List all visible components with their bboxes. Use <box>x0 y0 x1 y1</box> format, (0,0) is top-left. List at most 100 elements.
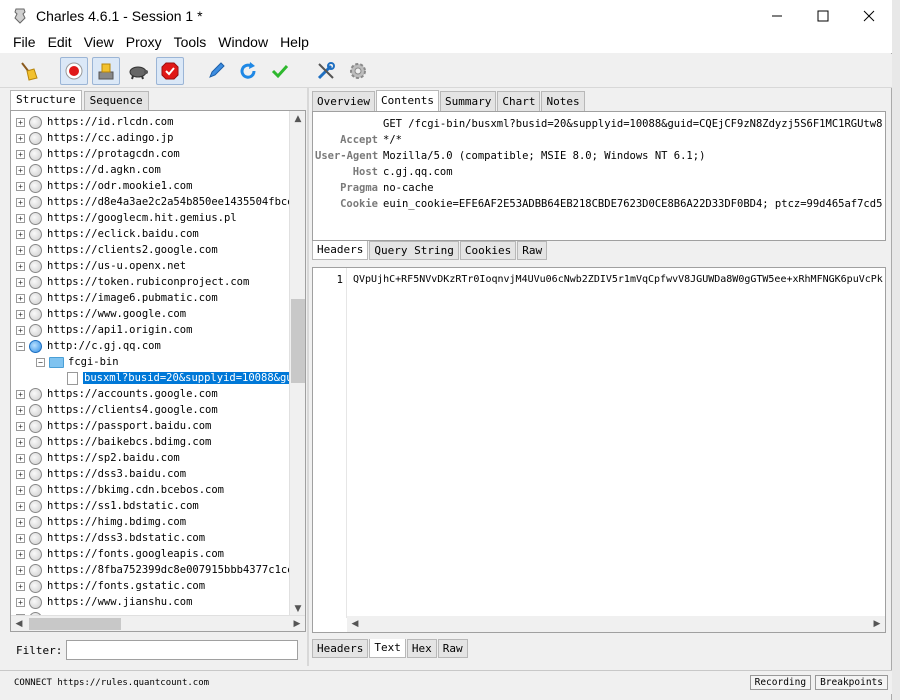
tree-row-host[interactable]: + https://sp2.baidu.com <box>11 450 289 466</box>
tab-sequence[interactable]: Sequence <box>83 91 149 110</box>
close-button[interactable] <box>846 0 892 31</box>
request-tab-headers[interactable]: Headers <box>312 241 369 260</box>
expand-icon[interactable]: + <box>16 117 25 127</box>
expand-icon[interactable]: + <box>16 533 25 543</box>
expand-icon[interactable]: + <box>16 165 25 175</box>
expand-icon[interactable]: + <box>16 469 25 479</box>
menu-view[interactable]: View <box>79 34 119 50</box>
tab-notes[interactable]: Notes <box>541 91 585 111</box>
tree-row-host[interactable]: + https://dss3.bdstatic.com <box>11 530 289 546</box>
menu-window[interactable]: Window <box>213 34 273 50</box>
expand-icon[interactable]: + <box>16 517 25 527</box>
tree-row-host[interactable]: + https://www.google.com <box>11 306 289 322</box>
tree-row-host[interactable]: + https://ss1.bdstatic.com <box>11 498 289 514</box>
tab-overview[interactable]: Overview <box>312 91 375 111</box>
tree-row-host[interactable]: + https://d.agkn.com <box>11 162 289 178</box>
throttle-button[interactable] <box>92 56 120 85</box>
tree-row-host[interactable]: + https://token.rubiconproject.com <box>11 274 289 290</box>
expand-icon[interactable]: + <box>16 229 25 239</box>
response-horizontal-scrollbar[interactable]: ◀ ▶ <box>347 616 885 632</box>
minimize-button[interactable] <box>754 0 800 31</box>
menu-help[interactable]: Help <box>275 34 314 50</box>
expand-icon[interactable]: + <box>16 309 25 319</box>
maximize-button[interactable] <box>800 0 846 31</box>
tree-row-host[interactable]: + https://8fba752399dc8e007915bbb4377c1ce… <box>11 562 289 578</box>
collapse-icon[interactable]: − <box>16 341 25 351</box>
expand-icon[interactable]: + <box>16 549 25 559</box>
tab-summary[interactable]: Summary <box>439 91 497 111</box>
menu-edit[interactable]: Edit <box>43 34 77 50</box>
tree-row-host[interactable]: + https://us-u.openx.net <box>11 258 289 274</box>
expand-icon[interactable]: + <box>16 293 25 303</box>
tools-button[interactable] <box>312 57 340 85</box>
tree-row-host[interactable]: + https://odr.mookie1.com <box>11 178 289 194</box>
request-tab-raw[interactable]: Raw <box>517 241 548 260</box>
response-tab-text[interactable]: Text <box>369 639 406 658</box>
tree-horizontal-thumb[interactable] <box>29 618 121 630</box>
menu-proxy[interactable]: Proxy <box>121 34 167 50</box>
settings-button[interactable] <box>344 57 372 85</box>
expand-icon[interactable]: + <box>16 437 25 447</box>
expand-icon[interactable]: + <box>16 133 25 143</box>
expand-icon[interactable]: + <box>16 325 25 335</box>
response-tab-headers[interactable]: Headers <box>312 639 369 658</box>
expand-icon[interactable]: + <box>16 581 25 591</box>
scroll-right-icon[interactable]: ▶ <box>289 616 305 631</box>
record-button[interactable] <box>60 56 88 85</box>
expand-icon[interactable]: + <box>16 181 25 191</box>
request-tab-query-string[interactable]: Query String <box>369 241 459 260</box>
tree-row-expanded-host[interactable]: − http://c.gj.qq.com <box>11 338 289 354</box>
scroll-up-icon[interactable]: ▲ <box>290 111 305 127</box>
tab-contents[interactable]: Contents <box>375 90 439 111</box>
request-tab-cookies[interactable]: Cookies <box>459 241 517 260</box>
scroll-right-icon[interactable]: ▶ <box>869 616 885 632</box>
tree-row-host[interactable]: + https://id.rlcdn.com <box>11 114 289 130</box>
tree-row-host[interactable]: + https://dss3.baidu.com <box>11 466 289 482</box>
tree-row-host[interactable]: + https://clients4.google.com <box>11 402 289 418</box>
tree-row-host[interactable]: + https://www.jianshu.com <box>11 594 289 610</box>
tree-row-host[interactable]: + https://image6.pubmatic.com <box>11 290 289 306</box>
collapse-icon[interactable]: − <box>36 357 45 367</box>
tree-row-host[interactable]: + https://api1.origin.com <box>11 322 289 338</box>
compose-button[interactable] <box>202 57 230 85</box>
tree-row-folder[interactable]: − fcgi-bin <box>11 354 289 370</box>
expand-icon[interactable]: + <box>16 565 25 575</box>
tree-row-host[interactable]: + https://bkimg.cdn.bcebos.com <box>11 482 289 498</box>
tab-structure[interactable]: Structure <box>10 90 82 110</box>
tree-row-host[interactable]: + https://himg.bdimg.com <box>11 514 289 530</box>
breakpoints-button[interactable] <box>156 56 184 85</box>
expand-icon[interactable]: + <box>16 453 25 463</box>
scroll-left-icon[interactable]: ◀ <box>347 616 363 632</box>
filter-input[interactable] <box>66 640 298 660</box>
tree-vertical-thumb[interactable] <box>291 299 305 383</box>
tree-row-host[interactable]: + https://fonts.gstatic.com <box>11 578 289 594</box>
scroll-left-icon[interactable]: ◀ <box>11 616 27 631</box>
tab-chart[interactable]: Chart <box>497 91 541 111</box>
response-tab-raw[interactable]: Raw <box>437 639 468 658</box>
tree-row-host[interactable]: + https://fonts.googleapis.com <box>11 546 289 562</box>
expand-icon[interactable]: + <box>16 501 25 511</box>
expand-icon[interactable]: + <box>16 197 25 207</box>
clear-session-button[interactable] <box>14 57 42 85</box>
recording-status-button[interactable]: Recording <box>749 675 812 690</box>
validate-button[interactable] <box>266 57 294 85</box>
tree-row-selected-request[interactable]: busxml?busid=20&supplyid=10088&gu <box>11 370 289 386</box>
expand-icon[interactable]: + <box>16 261 25 271</box>
tree-row-host[interactable]: + https://protagcdn.com <box>11 146 289 162</box>
tree-row-host[interactable]: + https://passport.baidu.com <box>11 418 289 434</box>
tree-row-host[interactable]: + https://accounts.google.com <box>11 386 289 402</box>
expand-icon[interactable]: + <box>16 405 25 415</box>
expand-icon[interactable]: + <box>16 485 25 495</box>
expand-icon[interactable]: + <box>16 597 25 607</box>
expand-icon[interactable]: + <box>16 245 25 255</box>
tree-row-host[interactable]: + https://d8e4a3ae2c2a54b850ee1435504fbce… <box>11 194 289 210</box>
repeat-button[interactable] <box>234 57 262 85</box>
tree-row-host[interactable]: + https://clients2.google.com <box>11 242 289 258</box>
expand-icon[interactable]: + <box>16 421 25 431</box>
breakpoints-status-button[interactable]: Breakpoints <box>815 675 888 690</box>
expand-icon[interactable]: + <box>16 389 25 399</box>
menu-tools[interactable]: Tools <box>169 34 212 50</box>
response-tab-hex[interactable]: Hex <box>406 639 437 658</box>
request-headers-view[interactable]: GET /fcgi-bin/busxml?busid=20&supplyid=1… <box>312 111 886 241</box>
tree-row-host[interactable]: + https://googlecm.hit.gemius.pl <box>11 210 289 226</box>
